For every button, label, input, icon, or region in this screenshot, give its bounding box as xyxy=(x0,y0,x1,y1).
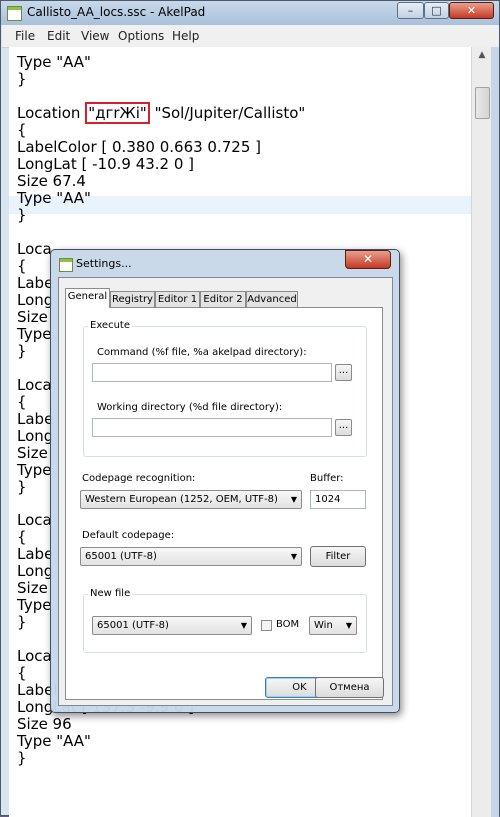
editor-line: } xyxy=(17,341,27,360)
editor-line: Loca xyxy=(17,375,52,394)
codepage-recognition-select[interactable]: Western European (1252, OEM, UTF-8) ▼ xyxy=(80,490,302,509)
editor-line: Size xyxy=(17,443,48,462)
editor-line: Size 67.4 xyxy=(17,171,86,190)
close-button[interactable]: ✕ xyxy=(449,2,494,19)
editor-line: Size xyxy=(17,307,48,326)
location-path: "Sol/Jupiter/Callisto" xyxy=(154,104,306,122)
minimize-button[interactable]: – xyxy=(397,2,424,19)
settings-dialog-title: Settings... xyxy=(76,257,132,270)
dialog-body: General Registry Editor 1 Editor 2 Advan… xyxy=(58,277,393,706)
scroll-thumb[interactable] xyxy=(475,87,490,119)
chevron-down-icon: ▼ xyxy=(290,552,297,561)
editor-line: } xyxy=(17,613,27,632)
menu-view[interactable]: View xyxy=(81,29,109,43)
editor-line: } xyxy=(17,749,27,768)
settings-dialog-icon xyxy=(59,258,73,272)
working-directory-input[interactable] xyxy=(92,418,332,437)
tab-general[interactable]: General xyxy=(65,288,110,308)
filter-button[interactable]: Filter xyxy=(310,546,366,567)
command-label: Command (%f file, %a akelpad directory): xyxy=(97,347,307,358)
default-codepage-label: Default codepage: xyxy=(82,530,175,541)
editor-line: { xyxy=(17,528,27,547)
editor-line: Size xyxy=(17,579,48,598)
editor-line: { xyxy=(17,392,27,411)
newline-value: Win xyxy=(314,620,333,631)
editor-line: Type xyxy=(17,324,52,343)
editor-line: Size 96 xyxy=(17,715,72,734)
editor-line: } xyxy=(17,69,27,88)
tab-editor-1[interactable]: Editor 1 xyxy=(155,291,200,307)
menu-edit[interactable]: Edit xyxy=(47,29,70,43)
default-codepage-value: 65001 (UTF-8) xyxy=(85,551,157,562)
tab-registry[interactable]: Registry xyxy=(110,291,155,307)
window-title: Callisto_AA_locs.ssc - AkelPad xyxy=(27,5,206,19)
buffer-label: Buffer: xyxy=(310,473,344,484)
working-directory-label: Working directory (%d file directory): xyxy=(97,402,283,413)
command-browse-button[interactable]: ... xyxy=(335,364,352,381)
chevron-down-icon: ▼ xyxy=(240,621,247,630)
vertical-scrollbar[interactable]: ▲ xyxy=(471,47,492,817)
editor-line: Loca xyxy=(17,647,52,666)
general-tab-panel: Execute Command (%f file, %a akelpad dir… xyxy=(65,307,383,700)
codepage-recognition-value: Western European (1252, OEM, UTF-8) xyxy=(85,494,278,505)
editor-line: Long xyxy=(17,426,54,445)
editor-line: Type "AA" xyxy=(17,188,91,207)
editor-line: Long xyxy=(17,562,54,581)
working-directory-browse-button[interactable]: ... xyxy=(335,419,352,436)
editor-line: Type xyxy=(17,460,52,479)
bom-label: BOM xyxy=(276,619,300,630)
editor-line: Long xyxy=(17,290,54,309)
maximize-button[interactable]: □ xyxy=(424,2,449,19)
cancel-button[interactable]: Отмена xyxy=(315,677,384,698)
editor-line: Loca xyxy=(17,239,52,258)
akelpad-app-icon xyxy=(7,6,22,21)
editor-line: Type "AA" xyxy=(17,732,91,751)
editor-line: { xyxy=(17,664,27,683)
execute-group-label: Execute xyxy=(88,320,132,331)
editor-line: Type xyxy=(17,596,52,615)
editor-line: Labe xyxy=(17,409,54,428)
editor-line: Labe xyxy=(17,545,54,564)
title-bar[interactable]: Callisto_AA_locs.ssc - AkelPad – □ ✕ xyxy=(1,1,499,25)
scroll-up-arrow-icon[interactable]: ▲ xyxy=(472,47,492,63)
dialog-close-button[interactable]: ✕ xyxy=(345,250,391,269)
chevron-down-icon: ▼ xyxy=(290,495,297,504)
location-line: Location "дгrЖi" "Sol/Jupiter/Callisto" xyxy=(17,102,306,124)
new-file-codepage-select[interactable]: 65001 (UTF-8) ▼ xyxy=(92,616,252,635)
menu-help[interactable]: Help xyxy=(172,29,199,43)
window-frame-right xyxy=(491,47,499,817)
menu-bar: File Edit View Options Help xyxy=(2,25,499,48)
editor-line: LabelColor [ 0.380 0.663 0.725 ] xyxy=(17,137,261,156)
editor-line: LongLat [ -10.9 43.2 0 ] xyxy=(17,154,195,173)
newline-select[interactable]: Win ▼ xyxy=(309,616,357,635)
editor-line: Loca xyxy=(17,511,52,530)
location-keyword: Location xyxy=(17,104,81,122)
buffer-input[interactable]: 1024 xyxy=(310,490,366,509)
execute-group xyxy=(83,326,367,457)
editor-line: } xyxy=(17,205,27,224)
settings-dialog: Settings... ✕ General Registry Editor 1 … xyxy=(50,249,400,713)
codepage-recognition-label: Codepage recognition: xyxy=(82,473,196,484)
editor-line: Labe xyxy=(17,273,54,292)
highlighted-location-name: "дгrЖi" xyxy=(85,102,150,124)
menu-options[interactable]: Options xyxy=(118,29,164,43)
editor-line: } xyxy=(17,477,27,496)
editor-line: { xyxy=(17,256,27,275)
new-file-codepage-value: 65001 (UTF-8) xyxy=(97,620,169,631)
tab-editor-2[interactable]: Editor 2 xyxy=(200,291,246,307)
editor-line: { xyxy=(17,120,27,139)
menu-file[interactable]: File xyxy=(15,29,35,43)
tab-advanced[interactable]: Advanced xyxy=(246,291,298,307)
default-codepage-select[interactable]: 65001 (UTF-8) ▼ xyxy=(80,547,302,566)
chevron-down-icon: ▼ xyxy=(345,621,352,630)
bom-checkbox[interactable] xyxy=(261,620,272,631)
command-input[interactable] xyxy=(92,363,332,382)
new-file-group-label: New file xyxy=(88,588,133,599)
editor-line: Type "AA" xyxy=(17,53,91,71)
